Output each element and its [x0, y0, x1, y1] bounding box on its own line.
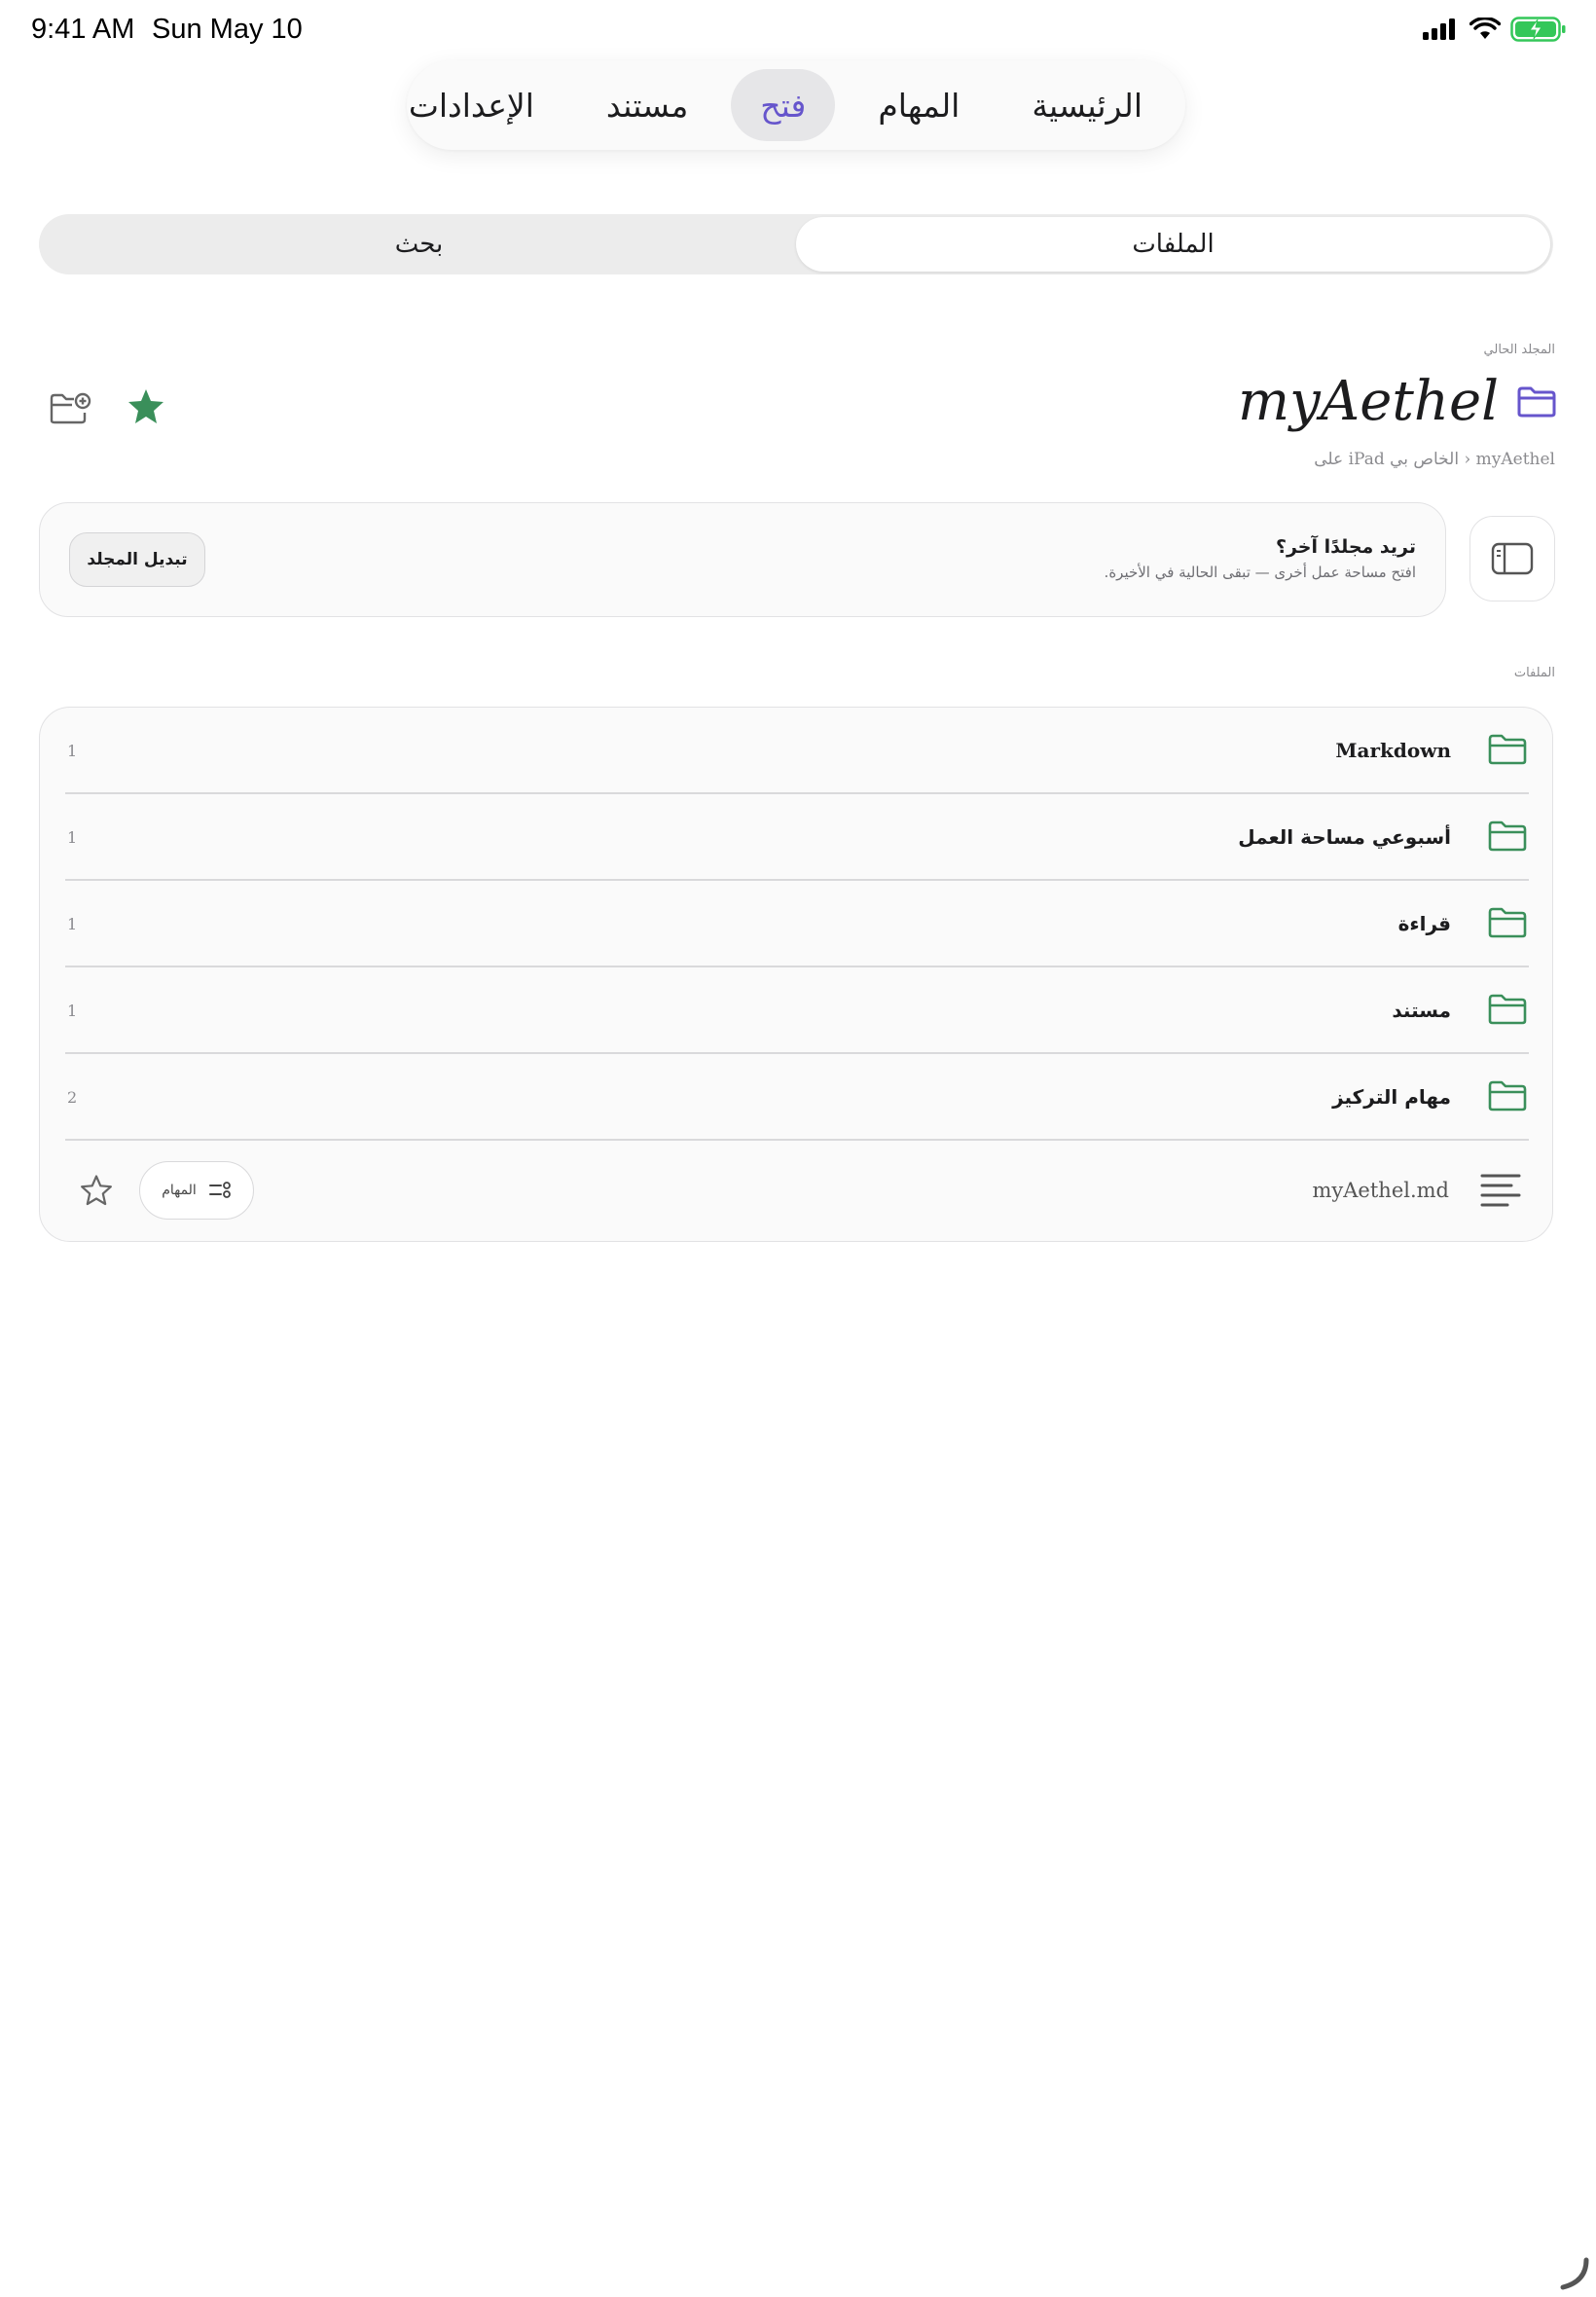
- files-search-segmented-control: الملفات بحث: [39, 214, 1553, 274]
- status-date: Sun May 10: [152, 14, 303, 45]
- folder-icon: [1488, 820, 1527, 852]
- tab-document[interactable]: مستند: [577, 69, 717, 141]
- folder-item-count: 1: [67, 827, 78, 847]
- battery-charging-icon: [1510, 17, 1566, 42]
- resize-grip-icon[interactable]: [1555, 2256, 1590, 2291]
- main-tab-bar: الرئيسية المهام فتح مستند الإعدادات: [407, 60, 1185, 150]
- files-list-card: Markdown 1 أسبوعي مساحة العمل 1 قراءة 1: [39, 707, 1553, 1242]
- tab-home[interactable]: الرئيسية: [1002, 69, 1172, 141]
- sidebar-toggle-button[interactable]: [1469, 516, 1555, 602]
- current-folder-title: myAethel: [1238, 370, 1499, 433]
- segment-files[interactable]: الملفات: [796, 217, 1550, 272]
- status-bar: 9:41 AM Sun May 10: [0, 0, 1596, 62]
- folder-icon: [1517, 386, 1556, 417]
- files-caption: الملفات: [1513, 666, 1555, 680]
- document-row[interactable]: myAethel.md المهام: [65, 1151, 1529, 1229]
- switch-folder-card: تريد مجلدًا آخر؟ افتح مساحة عمل أخرى — ت…: [39, 502, 1446, 617]
- document-tasks-button[interactable]: المهام: [139, 1161, 254, 1220]
- status-icons: [1423, 16, 1567, 43]
- tab-tasks[interactable]: المهام: [849, 69, 989, 141]
- tab-open[interactable]: فتح: [731, 69, 836, 141]
- switch-folder-button[interactable]: تبديل المجلد: [69, 532, 205, 587]
- switch-folder-subtitle: افتح مساحة عمل أخرى — تبقى الحالية في ال…: [1104, 564, 1416, 581]
- wifi-icon: [1469, 18, 1501, 39]
- new-folder-button[interactable]: [49, 389, 91, 428]
- folder-name: Markdown: [1335, 739, 1451, 762]
- star-outline-icon: [81, 1175, 112, 1206]
- document-tasks-label: المهام: [162, 1183, 197, 1198]
- switch-folder-title: تريد مجلدًا آخر؟: [1275, 536, 1416, 558]
- folder-row[interactable]: Markdown 1: [65, 708, 1529, 794]
- folder-item-count: 1: [67, 1001, 78, 1020]
- favorite-folder-button[interactable]: [125, 385, 167, 428]
- tasks-list-icon: [208, 1182, 231, 1198]
- folder-row[interactable]: مستند 1: [65, 967, 1529, 1054]
- folder-name: مستند: [1392, 999, 1451, 1022]
- folder-name: قراءة: [1397, 912, 1451, 935]
- favorite-document-button[interactable]: [75, 1169, 118, 1212]
- page: 9:41 AM Sun May 10 الرئيسية المهام فتح م…: [0, 0, 1596, 2297]
- folder-item-count: 2: [67, 1087, 78, 1107]
- folder-name: مهام التركيز: [1332, 1085, 1451, 1109]
- segment-search[interactable]: بحث: [42, 217, 796, 272]
- current-folder-path: على iPad الخاص بي › myAethel: [1314, 450, 1555, 469]
- folder-row[interactable]: مهام التركيز 2: [65, 1054, 1529, 1141]
- tab-settings[interactable]: الإعدادات: [380, 69, 563, 141]
- folder-row[interactable]: أسبوعي مساحة العمل 1: [65, 794, 1529, 881]
- folder-icon: [1488, 907, 1527, 938]
- folder-name: أسبوعي مساحة العمل: [1238, 825, 1451, 849]
- folder-item-count: 1: [67, 914, 78, 933]
- folder-icon: [1488, 994, 1527, 1025]
- document-name: myAethel.md: [1312, 1179, 1449, 1202]
- folder-icon: [1488, 734, 1527, 765]
- star-filled-icon: [128, 389, 163, 423]
- current-folder-header: myAethel: [1238, 370, 1557, 433]
- folder-item-count: 1: [67, 741, 78, 760]
- document-lines-icon: [1480, 1174, 1521, 1207]
- cellular-signal-icon: [1423, 18, 1455, 40]
- folder-add-icon: [50, 392, 91, 424]
- folder-icon: [1488, 1080, 1527, 1112]
- sidebar-icon: [1491, 542, 1534, 575]
- status-time: 9:41 AM: [31, 14, 135, 45]
- folder-row[interactable]: قراءة 1: [65, 881, 1529, 967]
- current-folder-caption: المجلد الحالي: [1483, 343, 1555, 357]
